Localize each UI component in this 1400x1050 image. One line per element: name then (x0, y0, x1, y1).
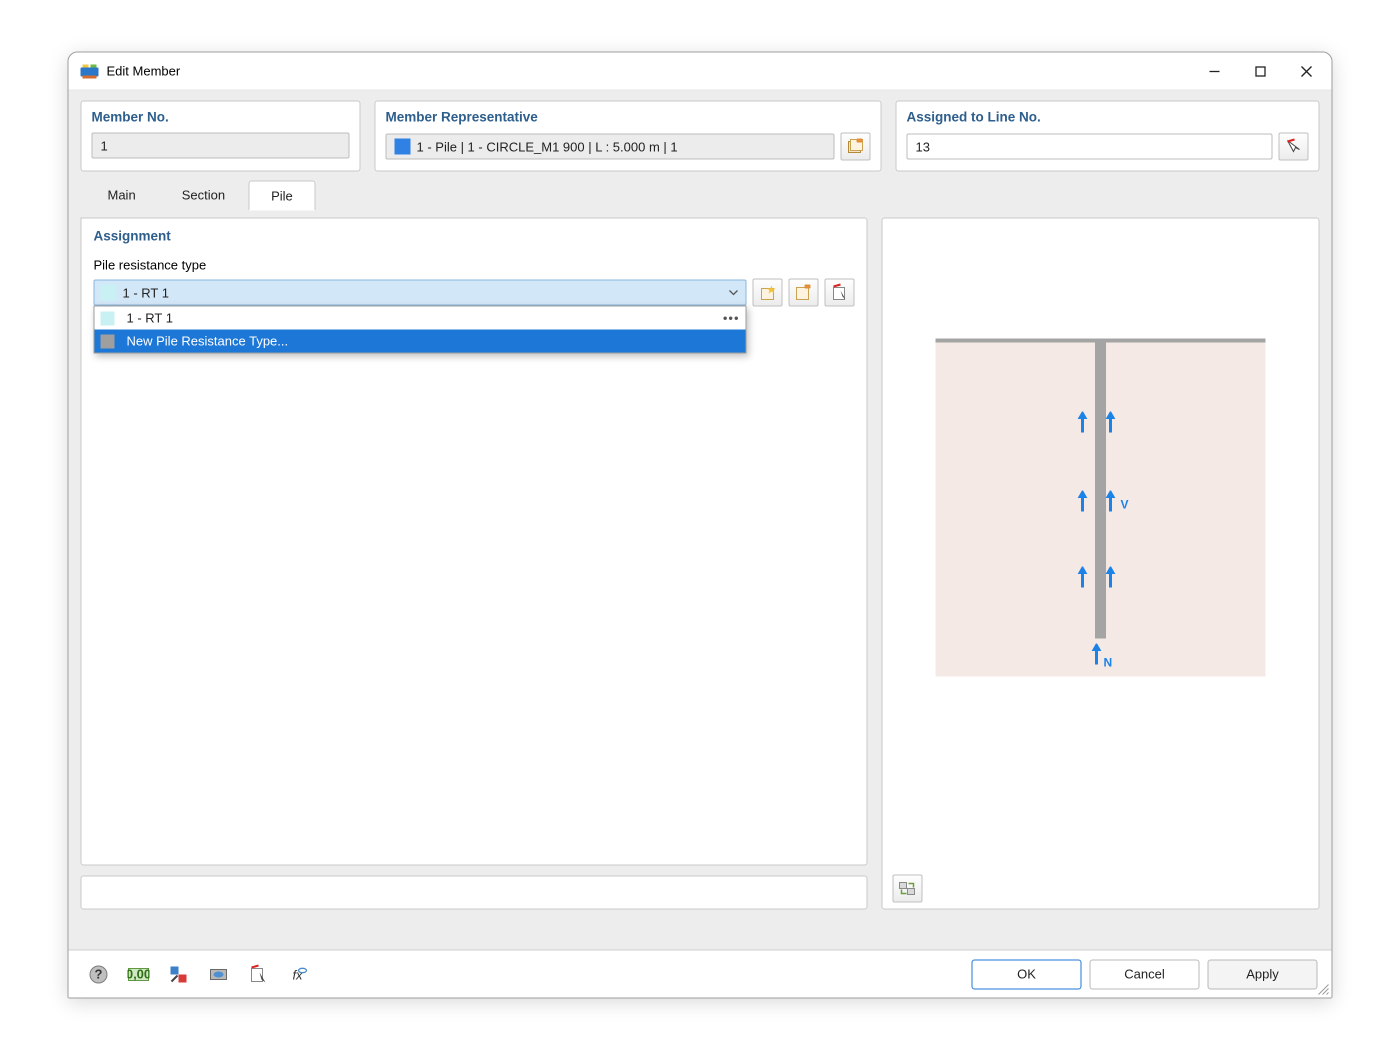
arrow-up-icon (1078, 412, 1088, 433)
wizard-button[interactable] (163, 959, 195, 989)
ellipsis-icon[interactable]: ••• (723, 311, 740, 326)
member-no-field[interactable]: 1 (92, 133, 350, 159)
color-swatch-icon (101, 311, 115, 325)
bottom-strip (81, 876, 868, 910)
top-row: Member No. 1 Member Representative 1 - P… (81, 101, 1320, 172)
chevron-down-icon (727, 286, 741, 300)
group-representative: Member Representative 1 - Pile | 1 - CIR… (375, 101, 882, 172)
minimize-button[interactable] (1192, 55, 1238, 87)
label-v: V (1121, 498, 1129, 512)
units-button[interactable]: 0,00 (123, 959, 155, 989)
mid-row: Assignment Pile resistance type 1 - RT 1 (81, 218, 1320, 910)
combo-label: Pile resistance type (94, 258, 855, 273)
combo-option-new[interactable]: New Pile Resistance Type... (95, 330, 746, 353)
group-header: Member No. (92, 110, 350, 125)
arrow-up-icon (1106, 567, 1116, 588)
arrow-up-icon (1092, 644, 1102, 665)
group-member-no: Member No. 1 (81, 101, 361, 172)
dialog-content: Member No. 1 Member Representative 1 - P… (69, 91, 1332, 950)
assigned-line-field[interactable]: 13 (907, 134, 1273, 160)
window-title: Edit Member (107, 64, 181, 79)
color-swatch-icon (395, 139, 411, 155)
titlebar: Edit Member (69, 53, 1332, 91)
maximize-button[interactable] (1238, 55, 1284, 87)
combo-option[interactable]: 1 - RT 1 ••• (95, 307, 746, 330)
cancel-button[interactable]: Cancel (1090, 959, 1200, 989)
arrow-up-icon (1106, 412, 1116, 433)
pick2-button[interactable] (243, 959, 275, 989)
pile-resistance-combo[interactable]: 1 - RT 1 1 - RT 1 ••• (94, 280, 747, 306)
color-swatch-icon (101, 285, 117, 301)
combo-dropdown: 1 - RT 1 ••• New Pile Resistance Type... (94, 306, 747, 354)
ok-button[interactable]: OK (972, 959, 1082, 989)
preview-panel: V N (882, 218, 1320, 910)
group-header: Assigned to Line No. (907, 110, 1309, 125)
representative-field[interactable]: 1 - Pile | 1 - CIRCLE_M1 900 | L : 5.000… (386, 134, 835, 160)
pick-line-button[interactable] (1279, 133, 1309, 161)
group-header: Member Representative (386, 110, 871, 125)
panel-header: Assignment (94, 229, 855, 244)
edit-resistance-button[interactable] (789, 279, 819, 307)
assignment-panel: Assignment Pile resistance type 1 - RT 1 (81, 218, 868, 866)
swap-view-button[interactable] (893, 875, 923, 903)
left-column: Assignment Pile resistance type 1 - RT 1 (81, 218, 868, 910)
svg-text:?: ? (95, 966, 103, 981)
tab-bar: Main Section Pile (81, 180, 1320, 210)
right-column: V N (882, 218, 1320, 910)
arrow-up-icon (1078, 567, 1088, 588)
dialog-footer: ? 0,00 fx OK Cancel Apply (69, 950, 1332, 998)
label-n: N (1104, 656, 1113, 670)
close-button[interactable] (1284, 55, 1330, 87)
svg-text:fx: fx (292, 967, 303, 982)
new-resistance-button[interactable] (753, 279, 783, 307)
render-button[interactable] (203, 959, 235, 989)
color-swatch-icon (101, 334, 115, 348)
group-assigned-line: Assigned to Line No. 13 (896, 101, 1320, 172)
svg-text:0,00: 0,00 (128, 966, 150, 981)
tab-pile[interactable]: Pile (248, 181, 316, 211)
tab-section[interactable]: Section (159, 180, 248, 210)
help-button[interactable]: ? (83, 959, 115, 989)
apply-button[interactable]: Apply (1208, 959, 1318, 989)
app-icon (81, 62, 99, 80)
pile-shape (1095, 339, 1106, 639)
arrow-up-icon (1078, 491, 1088, 512)
fx-button[interactable]: fx (283, 959, 315, 989)
tab-main[interactable]: Main (85, 180, 159, 210)
dialog-window: Edit Member Member No. 1 Member Represen… (68, 52, 1333, 999)
arrow-up-icon (1106, 491, 1116, 512)
resize-grip-icon[interactable] (1316, 982, 1330, 996)
library-button[interactable] (841, 133, 871, 161)
delete-select-button[interactable] (825, 279, 855, 307)
